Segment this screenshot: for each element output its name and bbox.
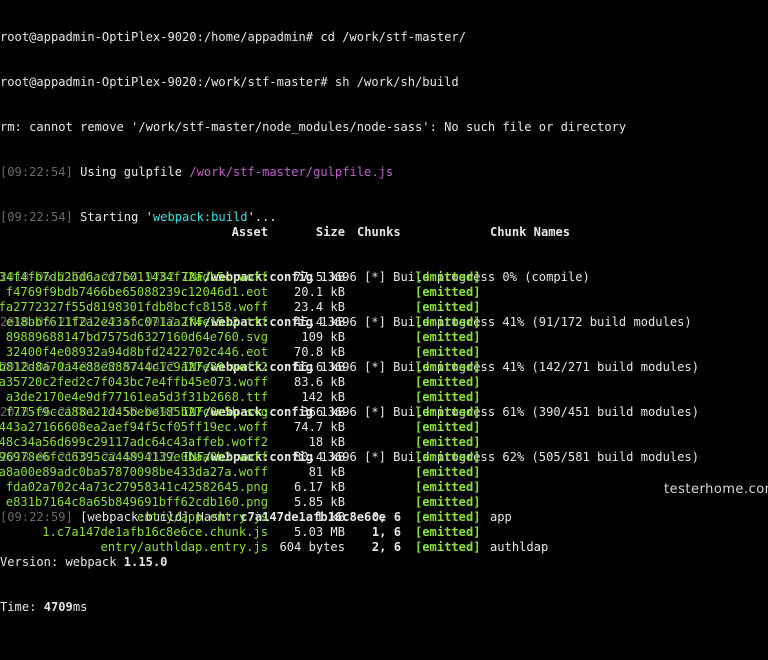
asset-size: 80.4 kB [294, 450, 345, 464]
asset-name: f4769f9bdb7466be65088239c12046d1.eot [5, 285, 268, 299]
asset-size: 81 kB [308, 465, 345, 479]
asset-name: 443a27166608ea2aef94f5cf05ff19ec.woff [0, 420, 268, 434]
asset-name: entry/app.entry.js [136, 510, 268, 524]
emitted-status: [emitted] [415, 285, 481, 299]
table-row: e18bbf611f2a2e43afc071aa2f4e1512.ttf 45.4… [0, 315, 768, 330]
asset-size: 77.5 kB [294, 270, 345, 284]
asset-chunks: 0, 6 [371, 510, 401, 524]
asset-size: 70.8 kB [294, 345, 345, 359]
table-row: entry/app.entry.js 1 kB 0, 6 [emitted] app [0, 510, 768, 525]
header-chunks: Chunks [357, 225, 401, 239]
asset-size: 20.1 kB [294, 285, 345, 299]
table-header: Asset Size Chunks Chunk Names [0, 225, 768, 240]
emitted-status: [emitted] [415, 525, 481, 539]
asset-size: 366 kB [301, 405, 345, 419]
asset-name: 89889688147bd7575d6327160d64e760.svg [5, 330, 268, 344]
emitted-status: [emitted] [415, 495, 481, 509]
asset-name: fa2772327f55d8198301fdb8bcfc8158.woff [0, 300, 268, 314]
table-row: 32400f4e08932a94d8bfd2422702c446.eot 70.8… [0, 345, 768, 360]
table-row: 89889688147bd7575d6327160d64e760.svg 109 … [0, 330, 768, 345]
asset-name: 34f4fb7db2bd6acd7b011434f72adb5c.woff [0, 270, 268, 284]
emitted-status: [emitted] [415, 315, 481, 329]
emitted-status: [emitted] [415, 375, 481, 389]
table-row: f775f9cca88e21d45bebe185b27c0e5b.svg 366 … [0, 405, 768, 420]
asset-name: 32400f4e08932a94d8bfd2422702c446.eot [5, 345, 268, 359]
error-line: rm: cannot remove '/work/stf-master/node… [0, 120, 627, 134]
asset-name: 448c34a56d699c29117adc64c43affeb.woff2 [0, 435, 268, 449]
watermark: testerhome.com [664, 482, 768, 497]
chunk-name: authldap [490, 540, 549, 554]
asset-size: 109 kB [301, 330, 345, 344]
table-row: 34f4fb7db2bd6acd7b011434f72adb5c.woff 77.… [0, 270, 768, 285]
asset-name: e18bbf611f2a2e43afc071aa2f4e1512.ttf [5, 315, 268, 329]
emitted-status: [emitted] [415, 420, 481, 434]
asset-size: 23.4 kB [294, 300, 345, 314]
table-row: f4769f9bdb7466be65088239c12046d1.eot 20.1… [0, 285, 768, 300]
emitted-status: [emitted] [415, 300, 481, 314]
asset-size: 83.6 kB [294, 375, 345, 389]
table-row: a3de2170e4e9df77161ea5d3f31b2668.ttf 142 … [0, 390, 768, 405]
table-row: entry/authldap.entry.js 604 bytes 2, 6 [emi… [0, 540, 768, 555]
asset-size: 6.17 kB [294, 480, 345, 494]
table-row: fa2772327f55d8198301fdb8bcfc8158.woff 23.… [0, 300, 768, 315]
asset-size: 142 kB [301, 390, 345, 404]
gulpfile-path: /work/stf-master/gulpfile.js [189, 165, 394, 179]
emitted-status: [emitted] [415, 435, 481, 449]
asset-size: 18 kB [308, 435, 345, 449]
header-chunk-names: Chunk Names [490, 225, 571, 239]
table-row: fda02a702c4a73c27958341c42582645.png 6.17… [0, 480, 768, 495]
asset-name: e831b7164c8a65b849691bff62cdb160.png [5, 495, 268, 509]
asset-name: a35720c2fed2c7f043bc7e4ffb45e073.woff [0, 375, 268, 389]
emitted-status: [emitted] [415, 345, 481, 359]
asset-name: a3de2170e4e9df77161ea5d3f31b2668.ttf [5, 390, 268, 404]
emitted-status: [emitted] [415, 270, 481, 284]
asset-size: 74.7 kB [294, 420, 345, 434]
command-line-cd: root@appadmin-OptiPlex-9020:/home/appadm… [0, 30, 466, 44]
assets-table: Asset Size Chunks Chunk Names 34f4fb7db2… [0, 195, 768, 585]
timestamp: [09:22:54] [0, 165, 73, 179]
header-size: Size [315, 225, 345, 239]
asset-rows: 34f4fb7db2bd6acd7b011434f72adb5c.woff 77.… [0, 270, 768, 555]
table-row: db812d8a70a4e88e888744c1c9a27e89.woff2 66… [0, 360, 768, 375]
asset-size: 45.4 kB [294, 315, 345, 329]
emitted-status: [emitted] [415, 480, 481, 494]
asset-name: fda02a702c4a73c27958341c42582645.png [5, 480, 268, 494]
emitted-status: [emitted] [415, 465, 481, 479]
asset-chunks: 2, 6 [371, 540, 401, 554]
asset-name: a8a00e89adc0ba57870098be433da27a.woff [0, 465, 268, 479]
gulpfile-line: [09:22:54] Using gulpfile /work/stf-mast… [0, 165, 394, 179]
emitted-status: [emitted] [415, 510, 481, 524]
table-row: 1.c7a147de1afb16c8e6ce.chunk.js 5.03 MB 1,… [0, 525, 768, 540]
emitted-status: [emitted] [415, 540, 481, 554]
asset-size: 604 bytes [279, 540, 345, 554]
emitted-status: [emitted] [415, 390, 481, 404]
build-time: 4709 [43, 600, 73, 614]
emitted-status: [emitted] [415, 450, 481, 464]
asset-size: 66.6 kB [294, 360, 345, 374]
asset-name: db812d8a70a4e88e888744c1c9a27e89.woff2 [0, 360, 268, 374]
emitted-status: [emitted] [415, 360, 481, 374]
table-row: a35720c2fed2c7f043bc7e4ffb45e073.woff 83.… [0, 375, 768, 390]
asset-name: 1.c7a147de1afb16c8e6ce.chunk.js [42, 525, 268, 539]
time-line: Time: 4709ms [0, 600, 88, 614]
asset-size: 1 kB [315, 510, 345, 524]
terminal-window[interactable]: root@appadmin-OptiPlex-9020:/home/appadm… [0, 0, 768, 614]
table-row: 96978e6fcc6395ca44894139e0baa0b2.woff 80.… [0, 450, 768, 465]
asset-size: 5.03 MB [294, 525, 345, 539]
table-row: 448c34a56d699c29117adc64c43affeb.woff2 18… [0, 435, 768, 450]
table-row: a8a00e89adc0ba57870098be433da27a.woff 81 … [0, 465, 768, 480]
header-asset: Asset [231, 225, 268, 239]
asset-name: entry/authldap.entry.js [100, 540, 268, 554]
table-row: e831b7164c8a65b849691bff62cdb160.png 5.85… [0, 495, 768, 510]
asset-name: f775f9cca88e21d45bebe185b27c0e5b.svg [5, 405, 268, 419]
table-row: 443a27166608ea2aef94f5cf05ff19ec.woff 74.… [0, 420, 768, 435]
asset-name: 96978e6fcc6395ca44894139e0baa0b2.woff [0, 450, 268, 464]
emitted-status: [emitted] [415, 330, 481, 344]
chunk-name: app [490, 510, 512, 524]
asset-size: 5.85 kB [294, 495, 345, 509]
command-line-build: root@appadmin-OptiPlex-9020:/work/stf-ma… [0, 75, 459, 89]
asset-chunks: 1, 6 [371, 525, 401, 539]
emitted-status: [emitted] [415, 405, 481, 419]
